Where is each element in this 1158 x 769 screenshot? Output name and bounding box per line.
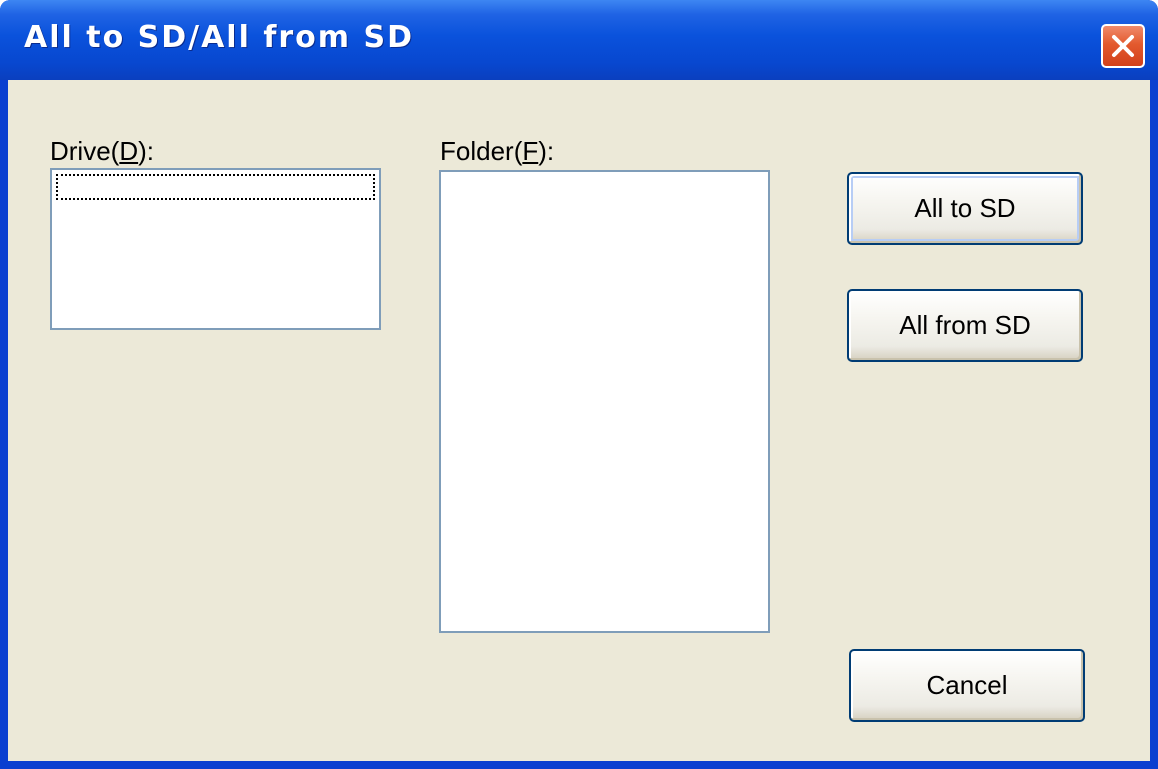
window-title: All to SD/All from SD xyxy=(24,20,414,55)
drive-list-focus-item[interactable] xyxy=(56,174,375,200)
dialog-window: All to SD/All from SD Drive(D): Folder(F… xyxy=(0,0,1158,769)
cancel-button[interactable]: Cancel xyxy=(849,649,1085,722)
dialog-body: Drive(D): Folder(F): All to SD All from … xyxy=(8,80,1150,761)
title-bar[interactable]: All to SD/All from SD xyxy=(0,0,1158,80)
folder-listbox[interactable] xyxy=(439,170,770,633)
drive-label: Drive(D): xyxy=(50,136,155,166)
all-to-sd-button[interactable]: All to SD xyxy=(847,172,1083,245)
close-icon xyxy=(1112,35,1134,57)
folder-label: Folder(F): xyxy=(440,136,555,166)
all-from-sd-button[interactable]: All from SD xyxy=(847,289,1083,362)
close-button[interactable] xyxy=(1101,24,1145,68)
drive-listbox[interactable] xyxy=(50,168,381,330)
